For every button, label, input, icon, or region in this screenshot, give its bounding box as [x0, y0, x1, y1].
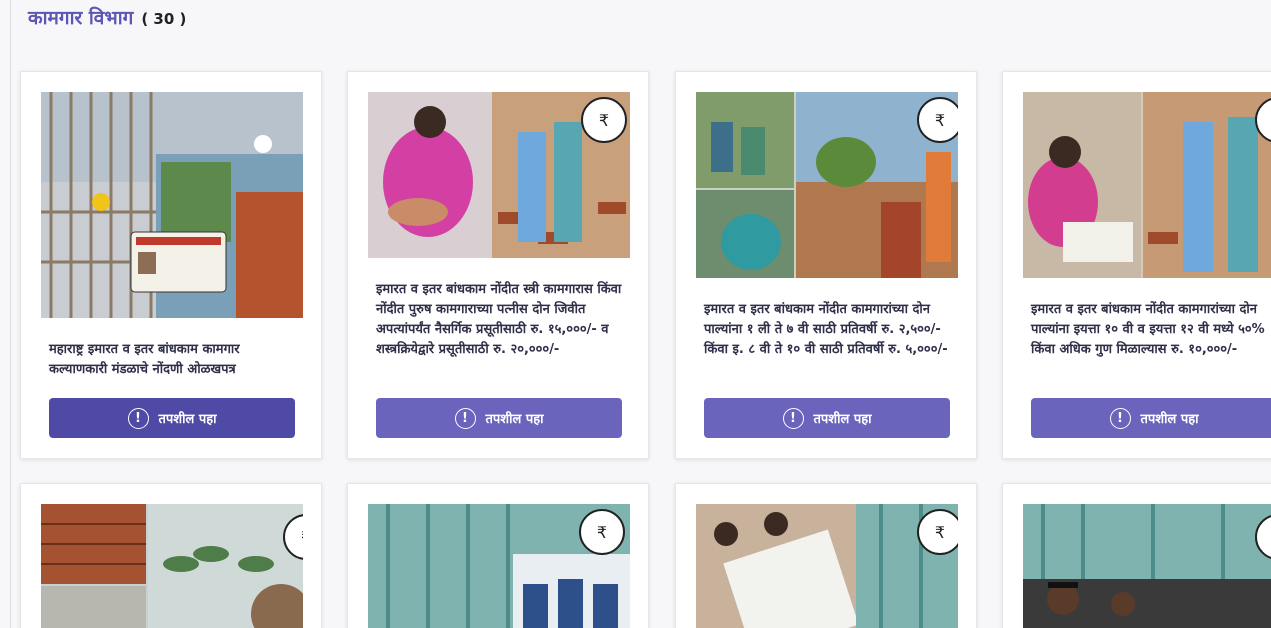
- card-image: ₹: [1023, 504, 1271, 628]
- scheme-count: ( 30 ): [141, 10, 187, 28]
- card-image: ₹: [41, 504, 303, 628]
- button-label: तपशील पहा: [485, 412, 544, 427]
- rupee-hand-icon: ₹: [917, 97, 958, 143]
- scheme-card: ₹ इमारत व इतर बांधकाम नोंदीत कामगारांच्य…: [675, 71, 977, 459]
- rupee-hand-icon: ₹: [917, 509, 958, 555]
- button-label: तपशील पहा: [158, 412, 217, 427]
- card-description: इमारत व इतर बांधकाम नोंदीत कामगारांच्या …: [704, 302, 948, 357]
- scheme-card: ₹ इमारत व इतर बांधकाम नोंदीत कामगारांच्य…: [1002, 71, 1271, 459]
- card-image: ₹: [696, 92, 958, 278]
- button-label: तपशील पहा: [813, 412, 872, 427]
- view-details-button[interactable]: ! तपशील पहा: [704, 398, 950, 438]
- left-divider: [10, 0, 11, 628]
- scheme-card: ₹: [675, 483, 977, 628]
- scheme-card: ₹: [20, 483, 322, 628]
- rupee-hand-icon: ₹: [581, 97, 627, 143]
- card-description: इमारत व इतर बांधकाम नोंदीत कामगारांच्या …: [1031, 302, 1265, 357]
- view-details-button[interactable]: ! तपशील पहा: [1031, 398, 1271, 438]
- scheme-card: ₹ इमारत व इतर बांधकाम नोंदीत स्त्री कामग…: [347, 71, 649, 459]
- button-label: तपशील पहा: [1140, 412, 1199, 427]
- view-details-button[interactable]: ! तपशील पहा: [49, 398, 295, 438]
- card-image: ₹: [1023, 92, 1271, 278]
- card-image: ₹: [696, 504, 958, 628]
- scheme-card: ₹: [1002, 483, 1271, 628]
- info-icon: !: [1109, 407, 1131, 429]
- card-description: इमारत व इतर बांधकाम नोंदीत स्त्री कामगार…: [376, 282, 622, 357]
- card-image: ₹: [368, 92, 630, 258]
- view-details-button[interactable]: ! तपशील पहा: [376, 398, 622, 438]
- scheme-card: महाराष्ट्र इमारत व इतर बांधकाम कामगार कल…: [20, 71, 322, 459]
- rupee-hand-icon: ₹: [579, 509, 625, 555]
- info-icon: !: [454, 407, 476, 429]
- card-image: ₹: [368, 504, 630, 628]
- info-icon: !: [127, 407, 149, 429]
- card-image: [41, 92, 303, 318]
- scheme-card: ₹: [347, 483, 649, 628]
- section-header: कामगार विभाग ( 30 ): [28, 4, 186, 30]
- card-description: महाराष्ट्र इमारत व इतर बांधकाम कामगार कल…: [49, 342, 240, 377]
- page-title: कामगार विभाग: [28, 7, 134, 29]
- info-icon: !: [782, 407, 804, 429]
